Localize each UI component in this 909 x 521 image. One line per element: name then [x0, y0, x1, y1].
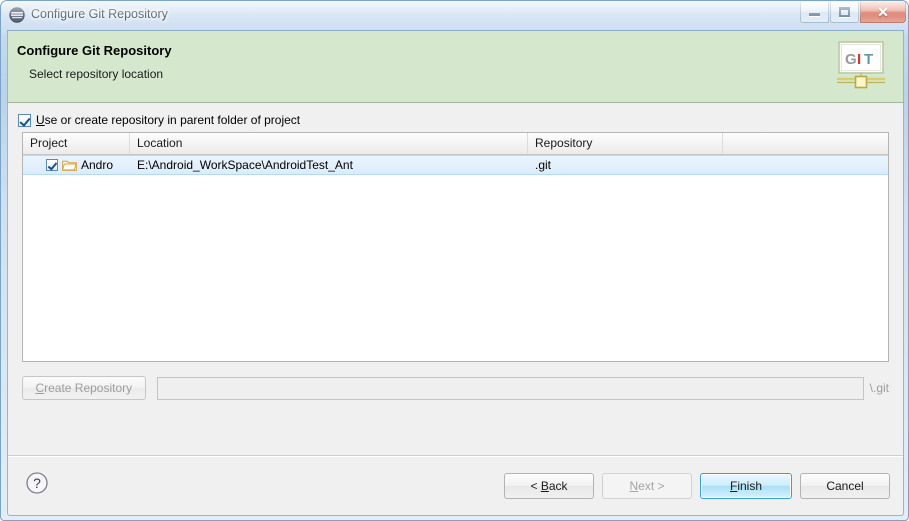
maximize-icon: [839, 7, 850, 17]
git-logo-icon: G I T: [833, 40, 889, 92]
cell-location[interactable]: E:\Android_WorkSpace\AndroidTest_Ant: [130, 156, 528, 174]
svg-text:G: G: [845, 51, 857, 68]
next-suffix: >: [654, 479, 665, 493]
back-label: ack: [548, 479, 568, 493]
dialog-client-area: Configure Git Repository Select reposito…: [7, 30, 904, 516]
use-parent-text: se or create repository in parent folder…: [44, 113, 301, 127]
next-button[interactable]: Next >: [602, 473, 692, 499]
window-controls: ✕: [800, 2, 906, 23]
page-title: Configure Git Repository: [17, 43, 172, 58]
finish-button[interactable]: Finish: [700, 473, 792, 499]
create-repository-label: reate Repository: [44, 381, 133, 395]
footer-separator: [8, 455, 903, 457]
column-header-location[interactable]: Location: [130, 133, 528, 154]
cell-repository[interactable]: .git: [528, 156, 723, 174]
minimize-icon: [809, 13, 820, 16]
help-button[interactable]: ?: [25, 471, 49, 495]
back-prefix: <: [530, 479, 541, 493]
table-body: Andro E:\Android_WorkSpace\AndroidTest_A…: [23, 155, 888, 175]
svg-text:?: ?: [33, 475, 41, 491]
column-header-project[interactable]: Project: [23, 133, 130, 154]
use-parent-mnemonic: U: [36, 113, 45, 127]
close-button[interactable]: ✕: [860, 2, 906, 23]
table-row[interactable]: Andro E:\Android_WorkSpace\AndroidTest_A…: [23, 155, 888, 175]
next-mnemonic: N: [629, 479, 639, 493]
use-parent-folder-label: Use or create repository in parent folde…: [36, 113, 300, 127]
maximize-button[interactable]: [830, 2, 859, 23]
folder-icon: [61, 159, 77, 171]
page-subtitle: Select repository location: [29, 67, 164, 81]
back-mnemonic: B: [540, 479, 549, 493]
window-title: Configure Git Repository: [31, 7, 168, 21]
close-icon: ✕: [877, 4, 889, 20]
create-repository-mnemonic: C: [35, 381, 45, 395]
dialog-button-bar: < Back Next > Finish Cancel: [504, 473, 890, 499]
cancel-label: Cancel: [826, 479, 864, 493]
cell-project-text: Andro: [81, 158, 114, 172]
use-parent-folder-checkbox-row[interactable]: Use or create repository in parent folde…: [18, 111, 300, 129]
cell-extra: [723, 156, 888, 174]
create-repository-button[interactable]: Create Repository: [22, 376, 146, 400]
minimize-button[interactable]: [800, 2, 829, 23]
title-bar[interactable]: Configure Git Repository ✕: [1, 1, 908, 30]
cell-project[interactable]: Andro: [23, 156, 130, 174]
next-label: ext: [638, 479, 655, 493]
use-parent-folder-checkbox[interactable]: [18, 113, 31, 127]
dialog-window: Configure Git Repository ✕ Configure Git…: [0, 0, 909, 521]
column-header-repository[interactable]: Repository: [528, 133, 723, 154]
column-header-extra[interactable]: [723, 133, 888, 154]
back-button[interactable]: < Back: [504, 473, 594, 499]
git-suffix-label: \.git: [869, 381, 889, 395]
table-header: Project Location Repository: [23, 133, 888, 155]
finish-label: inish: [737, 479, 763, 493]
cancel-button[interactable]: Cancel: [800, 473, 890, 499]
row-checkbox[interactable]: [46, 159, 58, 171]
svg-text:T: T: [864, 51, 873, 68]
create-repository-row: Create Repository \.git: [22, 376, 889, 400]
repository-path-input[interactable]: [156, 376, 864, 400]
svg-text:I: I: [857, 51, 861, 68]
wizard-banner: Configure Git Repository Select reposito…: [8, 31, 903, 103]
projects-table[interactable]: Project Location Repository Andro E:\And…: [22, 132, 889, 362]
eclipse-circle-icon: [9, 7, 25, 23]
